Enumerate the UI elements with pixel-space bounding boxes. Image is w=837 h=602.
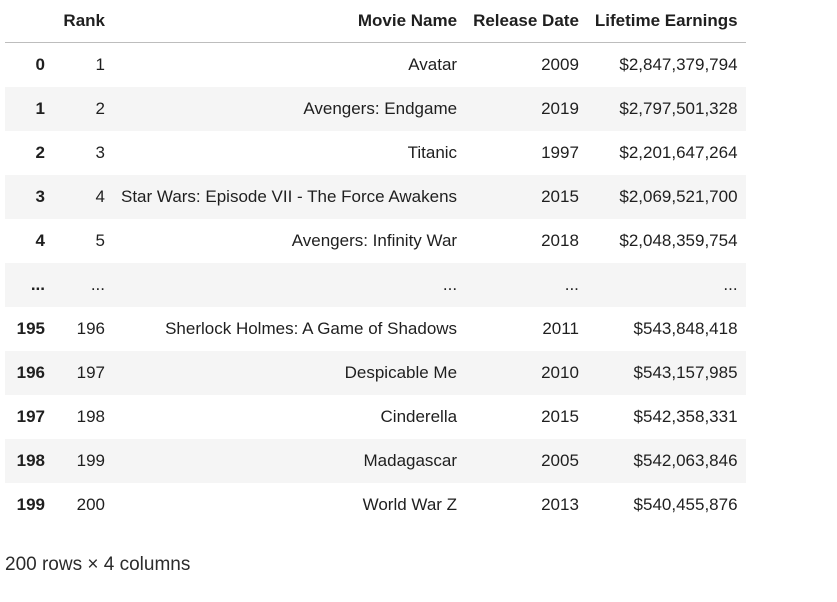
movie-name-cell: Despicable Me bbox=[344, 363, 458, 382]
header-row: Rank Movie Name Release Date Lifetime Ea… bbox=[5, 0, 746, 43]
release-date-cell: 2011 bbox=[542, 319, 579, 338]
rank-cell: ... bbox=[90, 275, 105, 294]
release-date-cell: 2005 bbox=[541, 451, 579, 470]
table-row: 0 1 Avatar 2009 $2,847,379,794 bbox=[5, 43, 746, 88]
row-index-cell: 199 bbox=[16, 495, 45, 514]
row-index-cell: 195 bbox=[16, 319, 45, 338]
rank-cell: 196 bbox=[76, 319, 105, 338]
column-header-release-date: Release Date bbox=[465, 0, 587, 43]
table-body: 0 1 Avatar 2009 $2,847,379,794 1 2 Avengers: En… bbox=[5, 43, 746, 528]
release-date-cell: 2019 bbox=[541, 99, 579, 118]
release-date-cell: 2010 bbox=[541, 363, 579, 382]
row-index-cell: 4 bbox=[35, 231, 45, 250]
movie-name-cell: Sherlock Holmes: A Game of Shadows bbox=[165, 319, 458, 338]
index-column-header bbox=[5, 0, 53, 43]
table-row: 4 5 Avengers: Infinity War 2018 $2,048,359,7… bbox=[5, 219, 746, 263]
rank-cell: 198 bbox=[76, 407, 105, 426]
dataframe-output: Rank Movie Name Release Date Lifetime Ea… bbox=[5, 0, 746, 527]
lifetime-earnings-cell: $540,455,876 bbox=[633, 495, 738, 514]
release-date-cell: 2018 bbox=[541, 231, 579, 250]
dataframe-table: Rank Movie Name Release Date Lifetime Ea… bbox=[5, 0, 746, 527]
release-date-cell: 2013 bbox=[541, 495, 579, 514]
release-date-cell: 2009 bbox=[541, 55, 579, 74]
movie-name-cell: Cinderella bbox=[380, 407, 458, 426]
rank-cell: 1 bbox=[95, 55, 105, 74]
lifetime-earnings-cell: $543,848,418 bbox=[633, 319, 738, 338]
movie-name-cell: Avengers: Endgame bbox=[303, 99, 458, 118]
row-index-cell: 2 bbox=[35, 143, 45, 162]
lifetime-earnings-cell: ... bbox=[723, 275, 738, 294]
lifetime-earnings-cell: $2,797,501,328 bbox=[619, 99, 738, 118]
lifetime-earnings-cell: $2,201,647,264 bbox=[619, 143, 738, 162]
table-row: 197 198 Cinderella 2015 $542,358,331 bbox=[5, 395, 746, 439]
dataframe-shape-label: 200 rows × 4 columns bbox=[5, 554, 191, 575]
table-row: 199 200 World War Z 2013 $540,455,876 bbox=[5, 483, 746, 527]
lifetime-earnings-cell: $542,358,331 bbox=[633, 407, 738, 426]
row-index-cell: 0 bbox=[35, 55, 45, 74]
column-header-movie-name: Movie Name bbox=[113, 0, 466, 43]
table-row: 195 196 Sherlock Holmes: A Game of Shadows… bbox=[5, 307, 746, 351]
movie-name-cell: World War Z bbox=[362, 495, 458, 514]
rank-cell: 4 bbox=[95, 187, 105, 206]
row-index-cell: 1 bbox=[35, 99, 45, 118]
table-row: 198 199 Madagascar 2005 $542,063,846 bbox=[5, 439, 746, 483]
table-row: 3 4 Star Wars: Episode VII - The Force Awa… bbox=[5, 175, 746, 219]
row-index-cell: 197 bbox=[16, 407, 45, 426]
movie-name-cell: Avatar bbox=[408, 55, 458, 74]
movie-name-cell: Madagascar bbox=[363, 451, 458, 470]
row-index-cell: 3 bbox=[35, 187, 45, 206]
rank-cell: 5 bbox=[95, 231, 105, 250]
release-date-cell: ... bbox=[564, 275, 579, 294]
table-row: 2 3 Titanic 1997 $2,201,647,264 bbox=[5, 131, 746, 175]
row-index-cell: 196 bbox=[16, 363, 45, 382]
lifetime-earnings-cell: $542,063,846 bbox=[633, 451, 738, 470]
row-index-cell: 198 bbox=[16, 451, 45, 470]
release-date-cell: 2015 bbox=[541, 187, 579, 206]
rank-cell: 199 bbox=[76, 451, 105, 470]
lifetime-earnings-cell: $543,157,985 bbox=[633, 363, 738, 382]
lifetime-earnings-cell: $2,048,359,754 bbox=[619, 231, 738, 250]
table-row: 196 197 Despicable Me 2010 $543,157,985 bbox=[5, 351, 746, 395]
column-header-lifetime-earnings: Lifetime Earnings bbox=[586, 0, 746, 43]
lifetime-earnings-cell: $2,847,379,794 bbox=[619, 55, 738, 74]
movie-name-cell: Titanic bbox=[407, 143, 458, 162]
release-date-cell: 1997 bbox=[541, 143, 579, 162]
movie-name-cell: ... bbox=[442, 275, 458, 294]
rank-cell: 197 bbox=[76, 363, 105, 382]
row-index-cell: ... bbox=[30, 275, 45, 294]
rank-cell: 200 bbox=[76, 495, 105, 514]
release-date-cell: 2015 bbox=[541, 407, 579, 426]
column-header-rank: Rank bbox=[53, 0, 113, 43]
rank-cell: 3 bbox=[95, 143, 105, 162]
table-header: Rank Movie Name Release Date Lifetime Ea… bbox=[5, 0, 746, 43]
ellipsis-row: ............... bbox=[5, 263, 746, 307]
movie-name-cell: Avengers: Infinity War bbox=[291, 231, 458, 250]
rank-cell: 2 bbox=[95, 99, 105, 118]
movie-name-cell: Star Wars: Episode VII - The Force Awake… bbox=[121, 187, 458, 206]
table-row: 1 2 Avengers: Endgame 2019 $2,797,501,328 bbox=[5, 87, 746, 131]
lifetime-earnings-cell: $2,069,521,700 bbox=[619, 187, 738, 206]
